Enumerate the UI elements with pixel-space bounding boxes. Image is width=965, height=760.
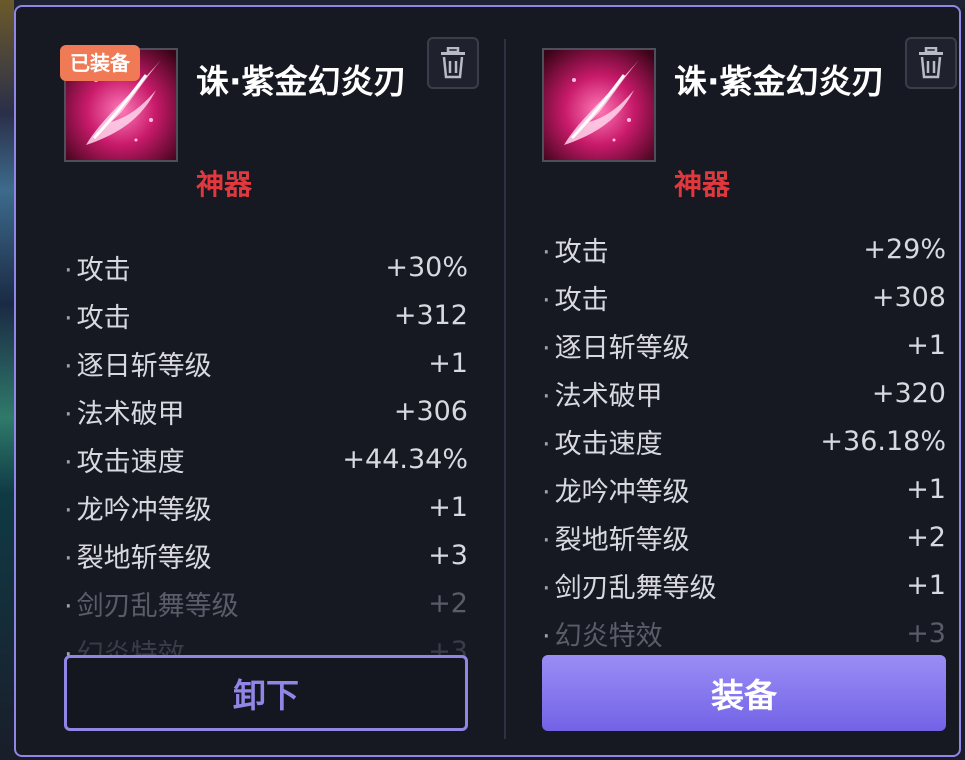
stat-row: 幻炎特效 +3 xyxy=(542,609,946,657)
stat-value: +3 xyxy=(906,617,946,649)
trash-icon xyxy=(441,47,465,79)
stat-name: 剑刃乱舞等级 xyxy=(542,566,717,605)
stat-name: 攻击 xyxy=(542,278,609,317)
stat-value: +29% xyxy=(863,233,946,265)
stat-value: +306 xyxy=(393,395,468,427)
stat-name: 剑刃乱舞等级 xyxy=(64,584,239,623)
stat-value: +44.34% xyxy=(342,443,468,475)
stat-name: 攻击 xyxy=(64,296,131,335)
stat-name: 龙吟冲等级 xyxy=(542,470,690,509)
stat-row: 法术破甲 +306 xyxy=(64,387,468,435)
stat-row: 逐日斩等级 +1 xyxy=(542,321,946,369)
stat-value: +1 xyxy=(906,569,946,601)
stats-list: 攻击 +29% 攻击 +308 逐日斩等级 +1 法术破甲 +320 攻击速度 +36.1… xyxy=(542,225,946,657)
stat-row: 攻击 +308 xyxy=(542,273,946,321)
item-name: 诛·紫金幻炎刃 xyxy=(196,62,407,101)
item-name: 诛·紫金幻炎刃 xyxy=(674,62,885,101)
stat-value: +308 xyxy=(871,281,946,313)
stat-row: 法术破甲 +320 xyxy=(542,369,946,417)
item-rarity: 神器 xyxy=(674,168,731,201)
stat-name: 攻击速度 xyxy=(542,422,663,461)
stat-name: 裂地斩等级 xyxy=(542,518,690,557)
equip-button[interactable]: 装备 xyxy=(542,655,946,731)
stat-value: +1 xyxy=(906,329,946,361)
stat-name: 攻击 xyxy=(542,230,609,269)
stat-row: 剑刃乱舞等级 +2 xyxy=(64,579,468,627)
stat-name: 攻击速度 xyxy=(64,440,185,479)
stat-row: 攻击 +30% xyxy=(64,243,468,291)
equipped-badge: 已装备 xyxy=(60,45,140,81)
trash-icon xyxy=(919,47,943,79)
stat-value: +312 xyxy=(393,299,468,331)
stat-value: +30% xyxy=(385,251,468,283)
stat-row: 龙吟冲等级 +1 xyxy=(542,465,946,513)
stat-name: 裂地斩等级 xyxy=(64,536,212,575)
stat-name: 法术破甲 xyxy=(542,374,663,413)
stat-name: 攻击 xyxy=(64,248,131,287)
stat-value: +1 xyxy=(428,347,468,379)
item-icon[interactable] xyxy=(542,48,656,162)
stat-value: +3 xyxy=(428,539,468,571)
stat-name: 逐日斩等级 xyxy=(542,326,690,365)
stat-name: 幻炎特效 xyxy=(542,614,663,653)
stat-row: 逐日斩等级 +1 xyxy=(64,339,468,387)
stat-value: +2 xyxy=(906,521,946,553)
stat-value: +36.18% xyxy=(820,425,946,457)
stat-name: 逐日斩等级 xyxy=(64,344,212,383)
stat-value: +1 xyxy=(906,473,946,505)
stats-list: 攻击 +30% 攻击 +312 逐日斩等级 +1 法术破甲 +306 攻击速度 +44.3… xyxy=(64,243,468,675)
item-rarity: 神器 xyxy=(196,168,253,201)
stat-name: 龙吟冲等级 xyxy=(64,488,212,527)
stat-row: 攻击速度 +36.18% xyxy=(542,417,946,465)
stat-row: 攻击 +29% xyxy=(542,225,946,273)
unequip-button[interactable]: 卸下 xyxy=(64,655,468,731)
background-art xyxy=(0,0,14,760)
equipped-item-card: 已装备 诛·紫金幻炎刃 神器 攻击 +30% 攻击 +312 逐日斩等级 +1 法术破… xyxy=(60,7,494,759)
candidate-item-card: 诛·紫金幻炎刃 神器 攻击 +29% 攻击 +308 逐日斩等级 +1 法术破甲 +32… xyxy=(542,7,965,759)
item-compare-panel: 已装备 诛·紫金幻炎刃 神器 攻击 +30% 攻击 +312 逐日斩等级 +1 法术破… xyxy=(14,5,961,757)
stat-row: 裂地斩等级 +3 xyxy=(64,531,468,579)
stat-row: 攻击速度 +44.34% xyxy=(64,435,468,483)
flame-blade-icon xyxy=(544,50,654,160)
stat-row: 裂地斩等级 +2 xyxy=(542,513,946,561)
delete-button[interactable] xyxy=(427,37,479,89)
stat-row: 龙吟冲等级 +1 xyxy=(64,483,468,531)
delete-button[interactable] xyxy=(905,37,957,89)
stat-row: 攻击 +312 xyxy=(64,291,468,339)
divider xyxy=(504,39,506,739)
stat-value: +1 xyxy=(428,491,468,523)
stat-value: +2 xyxy=(428,587,468,619)
stat-name: 法术破甲 xyxy=(64,392,185,431)
stat-row: 剑刃乱舞等级 +1 xyxy=(542,561,946,609)
stat-value: +320 xyxy=(871,377,946,409)
